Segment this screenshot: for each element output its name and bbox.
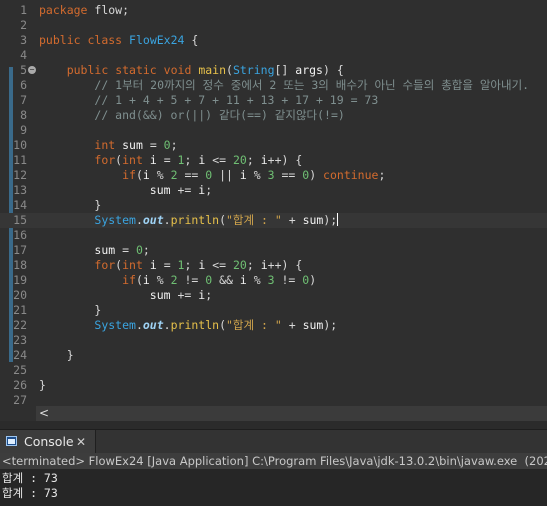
code-text: sum = 0; — [94, 243, 150, 257]
code-line-27[interactable]: 27 — [0, 393, 547, 406]
code-text: // and(&&) or(||) 같다(==) 같지않다(!=) — [94, 108, 345, 122]
code-line-16[interactable]: 16 — [0, 228, 547, 243]
code-line-13[interactable]: 13 sum += i; — [0, 183, 547, 198]
code-line-5[interactable]: 5− public static void main(String[] args… — [0, 63, 547, 78]
line-number: 26 — [13, 378, 27, 392]
code-line-24[interactable]: 24 } — [0, 348, 547, 363]
line-number: 4 — [20, 48, 27, 62]
code-line-23[interactable]: 23 — [0, 333, 547, 348]
console-tab-bar: Console ✕ — [0, 429, 547, 454]
code-line-12[interactable]: 12 if(i % 2 == 0 || i % 3 == 0) continue… — [0, 168, 547, 183]
code-text: // 1부터 20까지의 정수 중에서 2 또는 3의 배수가 아닌 수들의 총… — [94, 78, 530, 92]
line-number: 16 — [13, 228, 27, 242]
line-number: 12 — [13, 168, 27, 182]
code-line-7[interactable]: 7 // 1 + 4 + 5 + 7 + 11 + 13 + 17 + 19 =… — [0, 93, 547, 108]
horizontal-scrollbar[interactable]: < — [36, 406, 547, 421]
code-line-6[interactable]: 6 // 1부터 20까지의 정수 중에서 2 또는 3의 배수가 아닌 수들의… — [0, 78, 547, 93]
line-number: 25 — [13, 363, 27, 377]
code-text: sum += i; — [149, 183, 213, 197]
fold-toggle-icon[interactable]: − — [28, 66, 36, 74]
code-text: public static void main(String[] args) { — [66, 63, 344, 77]
scroll-left-icon[interactable]: < — [38, 406, 50, 421]
code-line-3[interactable]: 3 public class FlowEx24 { — [0, 33, 547, 48]
code-text: } — [39, 348, 74, 362]
line-number: 11 — [13, 153, 27, 167]
code-text: } — [39, 303, 102, 317]
code-text: for(int i = 1; i <= 20; i++) { — [94, 258, 303, 272]
line-number: 10 — [13, 138, 27, 152]
line-number: 13 — [13, 183, 27, 197]
line-number: 1 — [20, 3, 27, 17]
code-text: public class FlowEx24 { — [39, 33, 199, 47]
code-text: } — [39, 378, 46, 392]
line-number: 9 — [20, 123, 27, 137]
code-text: if(i % 2 != 0 && i % 3 != 0) — [122, 273, 317, 287]
console-output-line: 합계 : 73 — [2, 486, 58, 500]
line-number: 6 — [20, 78, 27, 92]
code-text: if(i % 2 == 0 || i % 3 == 0) continue; — [122, 168, 386, 182]
line-number: 20 — [13, 288, 27, 302]
code-text: sum += i; — [149, 288, 213, 302]
code-text: package flow; — [39, 3, 130, 17]
line-number: 18 — [13, 258, 27, 272]
line-number: 15 — [13, 213, 27, 227]
line-number: 3 — [20, 33, 27, 47]
code-editor[interactable]: 1 package flow; 2 3 public class FlowEx24 { 4… — [0, 0, 547, 406]
close-icon[interactable]: ✕ — [74, 430, 88, 454]
line-number: 8 — [20, 108, 27, 122]
text-caret — [337, 213, 339, 226]
console-tab-label: Console — [24, 434, 74, 449]
code-line-21[interactable]: 21 } — [0, 303, 547, 318]
code-line-2[interactable]: 2 — [0, 18, 547, 33]
line-number: 14 — [13, 198, 27, 212]
line-number: 27 — [13, 393, 27, 406]
console-icon — [6, 436, 17, 446]
line-number: 2 — [20, 18, 27, 32]
code-line-8[interactable]: 8 // and(&&) or(||) 같다(==) 같지않다(!=) — [0, 108, 547, 123]
code-line-17[interactable]: 17 sum = 0; — [0, 243, 547, 258]
line-number: 7 — [20, 93, 27, 107]
code-line-26[interactable]: 26} — [0, 378, 547, 393]
code-text: System.out.println("합계 : " + sum); — [94, 318, 338, 332]
code-text: } — [39, 198, 102, 212]
console-status-line: <terminated> FlowEx24 [Java Application]… — [0, 453, 547, 469]
scrollbar-gutter — [0, 406, 36, 421]
code-line-22[interactable]: 22 System.out.println("합계 : " + sum); — [0, 318, 547, 333]
code-line-20[interactable]: 20 sum += i; — [0, 288, 547, 303]
code-line-18[interactable]: 18 for(int i = 1; i <= 20; i++) { — [0, 258, 547, 273]
line-number: 19 — [13, 273, 27, 287]
code-line-1[interactable]: 1 package flow; — [0, 3, 547, 18]
code-line-11[interactable]: 11 for(int i = 1; i <= 20; i++) { — [0, 153, 547, 168]
console-view[interactable]: <terminated> FlowEx24 [Java Application]… — [0, 453, 547, 506]
code-line-4[interactable]: 4 — [0, 48, 547, 63]
code-text: // 1 + 4 + 5 + 7 + 11 + 13 + 17 + 19 = 7… — [94, 93, 379, 107]
code-line-25[interactable]: 25 — [0, 363, 547, 378]
line-number: 5 — [20, 63, 27, 77]
line-number: 21 — [13, 303, 27, 317]
code-line-9[interactable]: 9 — [0, 123, 547, 138]
console-output-line: 합계 : 73 — [2, 471, 58, 485]
line-number: 23 — [13, 333, 27, 347]
code-line-15[interactable]: 15 System.out.println("합계 : " + sum); — [0, 213, 547, 228]
tab-console[interactable]: Console ✕ — [0, 430, 96, 454]
code-line-14[interactable]: 14 } — [0, 198, 547, 213]
code-line-10[interactable]: 10 int sum = 0; — [0, 138, 547, 153]
code-text: int sum = 0; — [94, 138, 178, 152]
code-text: for(int i = 1; i <= 20; i++) { — [94, 153, 303, 167]
code-line-19[interactable]: 19 if(i % 2 != 0 && i % 3 != 0) — [0, 273, 547, 288]
code-text: System.out.println("합계 : " + sum); — [94, 213, 339, 227]
line-number: 22 — [13, 318, 27, 332]
line-number: 24 — [13, 348, 27, 362]
line-number: 17 — [13, 243, 27, 257]
